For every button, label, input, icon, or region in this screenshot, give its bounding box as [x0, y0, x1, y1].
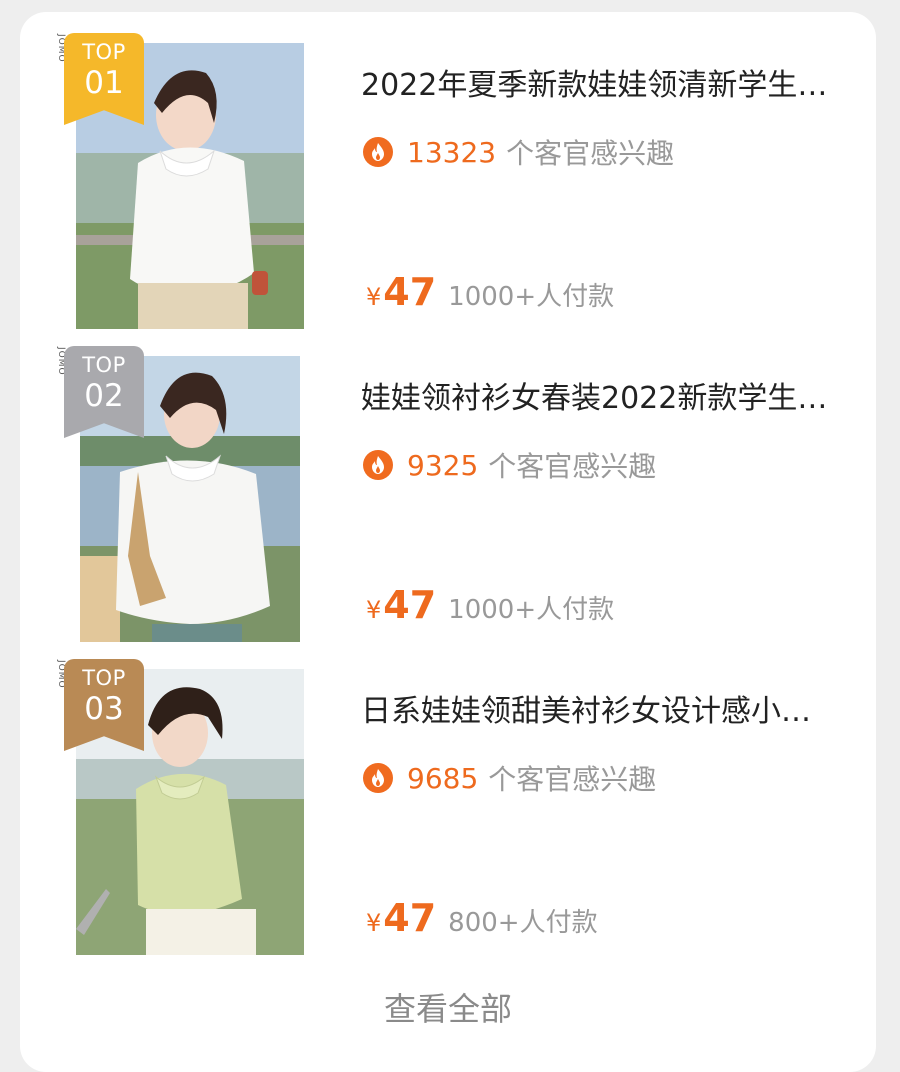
price-row: ¥ 47 800+人付款 [366, 896, 598, 940]
sales-count: 1000+人付款 [448, 282, 615, 312]
currency-symbol: ¥ [366, 909, 382, 937]
view-all-button[interactable]: 查看全部 [20, 984, 876, 1030]
product-title[interactable]: 日系娃娃领甜美衬衫女设计感小众短袖上衣 [361, 686, 816, 730]
interest-suffix: 个客官感兴趣 [488, 450, 657, 483]
product-item[interactable]: JOMO TOP 01 2022年夏季新款娃娃领清新学生宽松短袖衬衫女 1332… [20, 12, 876, 329]
price-row: ¥ 47 1000+人付款 [366, 583, 614, 627]
interest-row: 9685 个客官感兴趣 [363, 760, 656, 796]
rank-top-label: TOP [82, 353, 126, 377]
rank-number: 01 [84, 65, 124, 101]
interest-suffix: 个客官感兴趣 [488, 763, 657, 796]
currency-symbol: ¥ [366, 596, 382, 624]
product-title[interactable]: 2022年夏季新款娃娃领清新学生宽松短袖衬衫女 [361, 60, 841, 104]
price: 47 [383, 896, 437, 940]
rank-top-label: TOP [82, 666, 126, 690]
price: 47 [383, 270, 437, 314]
fire-icon [363, 137, 393, 167]
fire-icon [363, 450, 393, 480]
rank-number: 03 [84, 691, 124, 727]
sales-count: 800+人付款 [448, 908, 598, 938]
interest-count: 9685 [407, 761, 479, 795]
interest-count: 9325 [407, 448, 479, 482]
currency-symbol: ¥ [366, 283, 382, 311]
price-row: ¥ 47 1000+人付款 [366, 270, 614, 314]
price: 47 [383, 583, 437, 627]
interest-suffix: 个客官感兴趣 [506, 137, 675, 170]
ranking-card: JOMO TOP 01 2022年夏季新款娃娃领清新学生宽松短袖衬衫女 1332… [20, 12, 876, 1072]
sales-count: 1000+人付款 [448, 595, 615, 625]
interest-row: 9325 个客官感兴趣 [363, 447, 656, 483]
rank-top-label: TOP [82, 40, 126, 64]
interest-count: 13323 [407, 135, 497, 169]
product-item[interactable]: JOMO TOP 03 日系娃娃领甜美衬衫女设计感小众短袖上衣 9685 个客官… [20, 638, 876, 955]
product-item[interactable]: JOMO TOP 02 娃娃领衬衫女春装2022新款学生宽松长袖上衣 9325 … [20, 325, 876, 642]
fire-icon [363, 763, 393, 793]
interest-row: 13323 个客官感兴趣 [363, 134, 674, 170]
product-title[interactable]: 娃娃领衬衫女春装2022新款学生宽松长袖上衣 [361, 373, 841, 417]
rank-number: 02 [84, 378, 124, 414]
